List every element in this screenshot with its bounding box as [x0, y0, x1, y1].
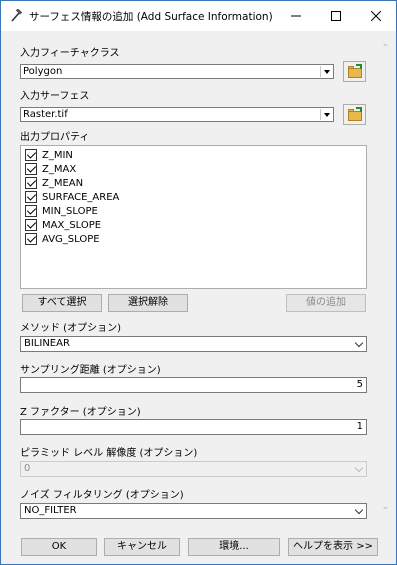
maximize-button[interactable] [316, 1, 356, 31]
list-item[interactable]: MIN_SLOPE [25, 204, 98, 218]
checkbox-checked[interactable] [25, 163, 37, 175]
input-features-combo[interactable]: Polygon [20, 64, 334, 79]
chevron-down-icon [354, 505, 364, 515]
z-factor-label: Z ファクター (オプション) [20, 407, 141, 418]
input-surface-label: 入力サーフェス [20, 91, 90, 102]
scroll-up-icon[interactable]: ⌃ [380, 43, 391, 54]
input-surface-browse-button[interactable] [343, 104, 366, 125]
checkbox-checked[interactable] [25, 149, 37, 161]
z-factor-input[interactable]: 1 [20, 419, 367, 435]
checkbox-checked[interactable] [25, 219, 37, 231]
ok-button[interactable]: OK [21, 538, 97, 556]
input-surface-value: Raster.tif [23, 109, 68, 120]
input-features-label: 入力フィーチャクラス [20, 48, 120, 59]
list-item[interactable]: Z_MIN [25, 148, 73, 162]
close-icon [371, 11, 381, 21]
environments-button[interactable]: 環境... [188, 538, 280, 556]
title-bar[interactable]: サーフェス情報の追加 (Add Surface Information) [1, 1, 396, 31]
list-item[interactable]: Z_MEAN [25, 176, 83, 190]
method-label: メソッド (オプション) [20, 323, 121, 334]
list-item[interactable]: SURFACE_AREA [25, 190, 119, 204]
minimize-button[interactable] [276, 1, 316, 31]
output-properties-label: 出力プロパティ [20, 132, 90, 143]
pyramid-select[interactable]: 0 [20, 461, 367, 477]
show-help-button[interactable]: ヘルプを表示 >> [288, 538, 378, 556]
tool-hammer-icon [9, 8, 23, 23]
chevron-down-icon [354, 338, 364, 348]
select-all-button[interactable]: すべて選択 [22, 294, 102, 312]
pyramid-label: ピラミッド レベル 解像度 (オプション) [20, 448, 198, 459]
list-item[interactable]: MAX_SLOPE [25, 218, 101, 232]
window-title: サーフェス情報の追加 (Add Surface Information) [29, 10, 273, 23]
checkbox-checked[interactable] [25, 191, 37, 203]
noise-filter-value: NO_FILTER [24, 505, 77, 516]
pyramid-value: 0 [24, 463, 31, 474]
noise-filter-label: ノイズ フィルタリング (オプション) [20, 490, 184, 501]
close-button[interactable] [356, 1, 396, 31]
method-select[interactable]: BILINEAR [20, 336, 367, 352]
list-item[interactable]: AVG_SLOPE [25, 232, 100, 246]
minimize-icon [291, 15, 301, 17]
checkbox-checked[interactable] [25, 233, 37, 245]
vertical-scrollbar[interactable]: ⌃ ⌄ [377, 35, 394, 521]
input-surface-combo[interactable]: Raster.tif [20, 107, 334, 122]
checkbox-checked[interactable] [25, 205, 37, 217]
input-features-browse-button[interactable] [343, 61, 366, 82]
cancel-button[interactable]: キャンセル [104, 538, 180, 556]
chevron-down-icon[interactable] [320, 109, 332, 120]
dialog-footer: OK キャンセル 環境... ヘルプを表示 >> [1, 535, 396, 564]
checkbox-checked[interactable] [25, 177, 37, 189]
noise-filter-select[interactable]: NO_FILTER [20, 503, 367, 519]
output-properties-list[interactable]: Z_MIN Z_MAX Z_MEAN SURFACE_AREA MIN_SLOP… [20, 145, 367, 289]
add-value-button[interactable]: 値の追加 [286, 294, 366, 312]
chevron-down-icon [354, 463, 364, 473]
scroll-down-icon[interactable]: ⌄ [380, 501, 391, 512]
chevron-down-icon[interactable] [320, 66, 332, 77]
clear-selection-button[interactable]: 選択解除 [108, 294, 188, 312]
dialog-window: サーフェス情報の追加 (Add Surface Information) 入力フ… [0, 0, 397, 565]
method-value: BILINEAR [24, 338, 70, 349]
list-item[interactable]: Z_MAX [25, 162, 76, 176]
maximize-icon [331, 11, 341, 21]
sample-distance-label: サンプリング距離 (オプション) [20, 365, 161, 376]
sample-distance-input[interactable]: 5 [20, 377, 367, 393]
input-features-value: Polygon [23, 66, 63, 77]
